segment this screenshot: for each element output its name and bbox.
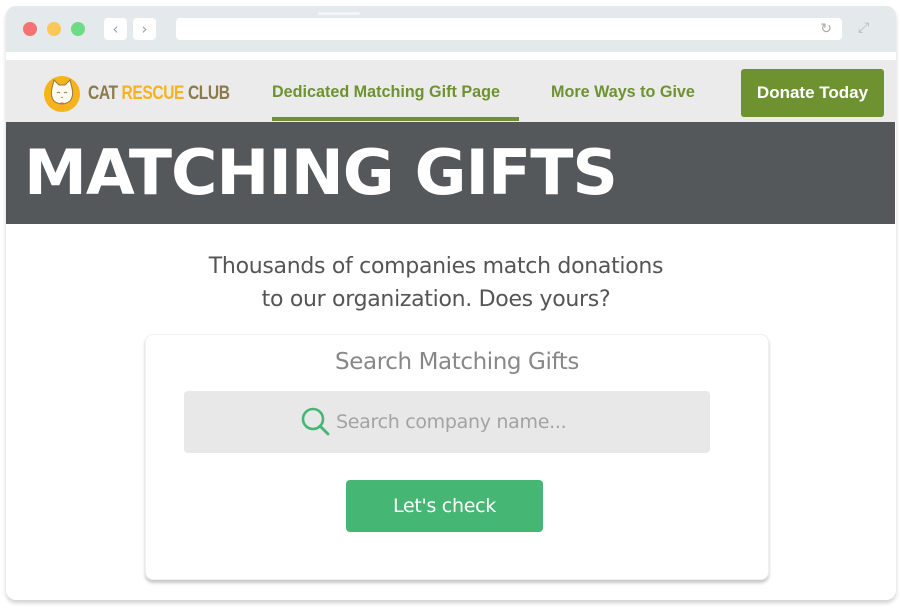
chevron-left-icon: ‹ xyxy=(112,20,119,38)
back-button[interactable]: ‹ xyxy=(104,18,127,40)
browser-window: ‹ › ↻ ⤢ CAT RESCUE CLUB Dedicated Matchi… xyxy=(6,6,896,600)
minimize-window-button[interactable] xyxy=(47,22,61,36)
search-card-title: Search Matching Gifts xyxy=(335,349,579,375)
address-bar[interactable]: ↻ xyxy=(176,18,842,40)
lets-check-button[interactable]: Let's check xyxy=(346,480,543,532)
chevron-right-icon: › xyxy=(141,20,148,38)
active-nav-indicator xyxy=(272,117,519,121)
nav-link-more-ways-to-give[interactable]: More Ways to Give xyxy=(551,82,695,102)
logo-wordmark: CAT RESCUE CLUB xyxy=(88,83,230,104)
tagline-line-2: to our organization. Does yours? xyxy=(261,287,611,312)
maximize-window-button[interactable] xyxy=(71,22,85,36)
site-logo[interactable]: CAT RESCUE CLUB xyxy=(44,76,261,112)
nav-link-matching-gift-page[interactable]: Dedicated Matching Gift Page xyxy=(272,82,500,102)
drag-handle[interactable] xyxy=(318,12,360,15)
expand-icon[interactable]: ⤢ xyxy=(858,20,869,36)
hero-banner: MATCHING GIFTS xyxy=(6,122,895,224)
tagline-line-1: Thousands of companies match donations xyxy=(208,254,664,279)
search-icon xyxy=(300,406,332,443)
tagline: Thousands of companies match donations t… xyxy=(6,250,866,316)
site-header: CAT RESCUE CLUB Dedicated Matching Gift … xyxy=(6,60,896,122)
cat-face-icon xyxy=(44,76,80,112)
forward-button[interactable]: › xyxy=(133,18,156,40)
reload-icon[interactable]: ↻ xyxy=(820,18,832,40)
search-card: Search Matching Gifts Let's check xyxy=(145,334,769,580)
company-search-input[interactable] xyxy=(336,403,676,441)
browser-toolbar: ‹ › ↻ ⤢ xyxy=(6,6,896,52)
page-title: MATCHING GIFTS xyxy=(24,136,618,209)
search-field[interactable] xyxy=(184,391,710,453)
donate-button[interactable]: Donate Today xyxy=(741,69,884,117)
close-window-button[interactable] xyxy=(23,22,37,36)
